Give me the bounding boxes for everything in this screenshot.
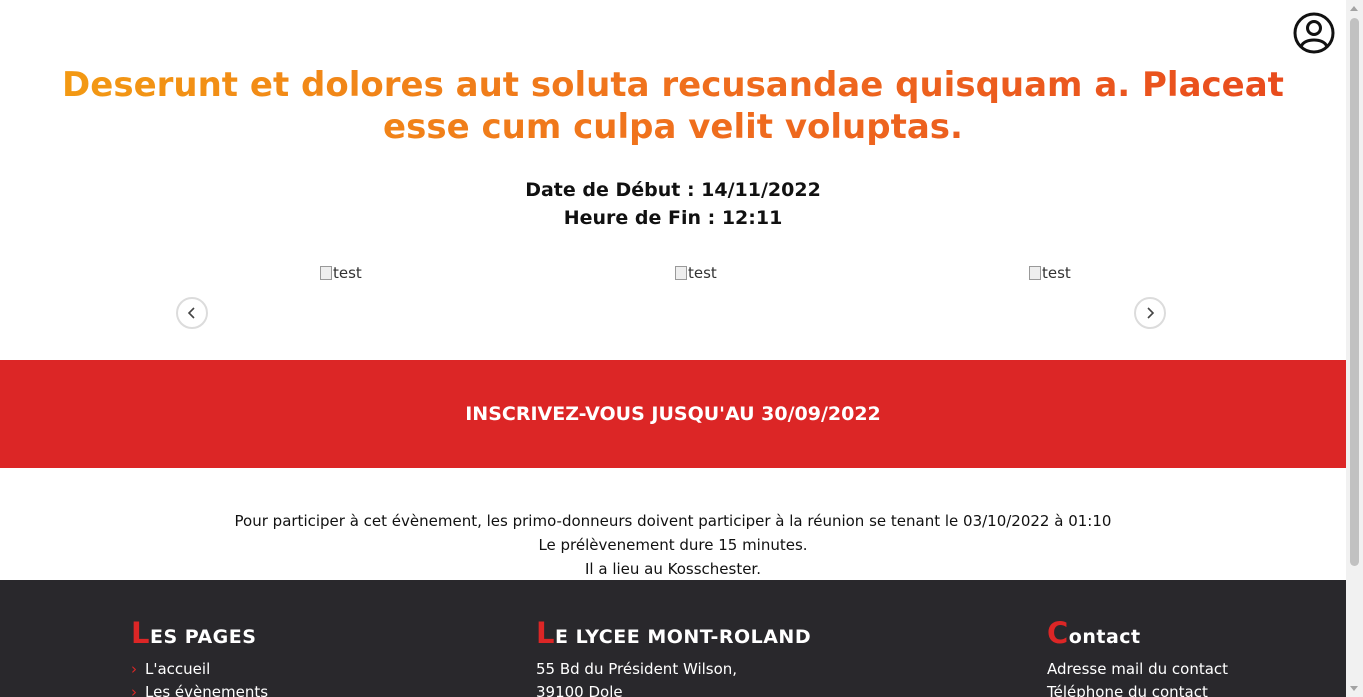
chevron-right-icon (1147, 307, 1155, 319)
scroll-down-icon[interactable] (1350, 686, 1358, 691)
info-line: Il a lieu au Kosschester. (585, 560, 761, 578)
scrollbar-thumb[interactable] (1350, 18, 1359, 566)
carousel-image: test (1029, 264, 1071, 282)
footer-contact-column: Contact Adresse mail du contact Téléphon… (1047, 616, 1228, 697)
carousel-prev-button[interactable] (176, 297, 208, 329)
end-time: Heure de Fin : 12:11 (563, 207, 783, 229)
footer-lycee-heading: LE LYCEE MONT-ROLAND (536, 616, 812, 650)
footer-address-line: 39100 Dole (536, 683, 623, 697)
carousel-next-button[interactable] (1134, 297, 1166, 329)
footer-contact-email: Adresse mail du contact (1047, 660, 1229, 678)
footer: LES PAGES › L'accueil › Les évènements LE … (0, 580, 1346, 697)
start-date: Date de Début : 14/11/2022 (525, 179, 821, 201)
registration-banner-text: INSCRIVEZ-VOUS JUSQU'AU 30/09/2022 (465, 403, 881, 425)
footer-link-events[interactable]: › Les évènements (131, 681, 268, 697)
vertical-scrollbar[interactable] (1346, 0, 1363, 697)
chevron-left-icon (187, 307, 195, 319)
event-dates: Date de Début : 14/11/2022 Heure de Fin … (0, 176, 1346, 232)
footer-pages-list: › L'accueil › Les évènements (131, 658, 268, 697)
info-line: Le prélèvenement dure 15 minutes. (538, 536, 808, 554)
carousel-image: test (675, 264, 717, 282)
page: Deserunt et dolores aut soluta recusanda… (0, 0, 1346, 697)
info-line: Pour participer à cet évènement, les pri… (234, 512, 1112, 530)
scroll-up-icon[interactable] (1350, 6, 1358, 11)
footer-pages-heading: LES PAGES (131, 616, 257, 650)
user-circle-icon (1293, 12, 1335, 54)
chevron-right-icon: › (131, 660, 137, 678)
footer-link-home[interactable]: › L'accueil (131, 658, 268, 681)
event-title: Deserunt et dolores aut soluta recusanda… (20, 64, 1326, 148)
event-info: Pour participer à cet évènement, les pri… (0, 509, 1346, 581)
footer-pages-column: LES PAGES › L'accueil › Les évènements (131, 616, 268, 697)
footer-contact-phone: Téléphone du contact (1047, 683, 1208, 697)
registration-banner[interactable]: INSCRIVEZ-VOUS JUSQU'AU 30/09/2022 (0, 360, 1346, 468)
broken-image-icon (1029, 266, 1041, 280)
footer-contact-heading: Contact (1047, 616, 1141, 650)
footer-address-line: 55 Bd du Président Wilson, (536, 660, 738, 678)
broken-image-icon (675, 266, 687, 280)
chevron-right-icon: › (131, 683, 137, 697)
account-button[interactable] (1291, 10, 1337, 56)
carousel-image: test (320, 264, 362, 282)
footer-lycee-column: LE LYCEE MONT-ROLAND 55 Bd du Président … (536, 616, 811, 697)
broken-image-icon (320, 266, 332, 280)
